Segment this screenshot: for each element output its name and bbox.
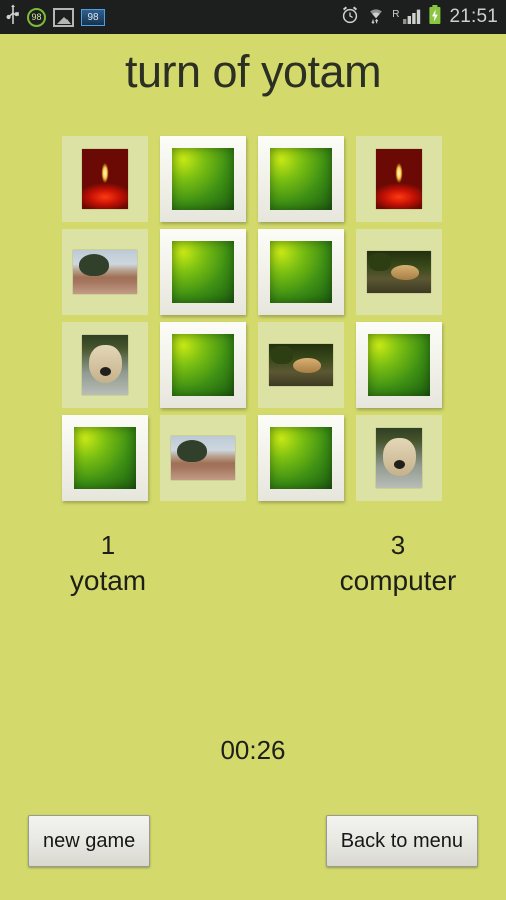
card-image-dog — [376, 428, 422, 488]
card-back-icon — [172, 334, 234, 396]
battery-charging-icon — [428, 4, 442, 31]
card-image-hyrax — [367, 251, 431, 293]
card-back-icon — [270, 148, 332, 210]
opponent-name: computer — [339, 565, 457, 596]
elapsed-timer: 00:26 — [220, 735, 286, 765]
card-back-icon — [270, 241, 332, 303]
screenshot-photo-icon — [53, 7, 74, 27]
card-back-icon — [74, 427, 136, 489]
card-image-river — [73, 250, 137, 294]
player-name: yotam — [69, 565, 147, 596]
usb-icon — [6, 4, 20, 31]
card-1[interactable] — [160, 136, 246, 222]
new-game-button[interactable]: new game — [28, 815, 151, 867]
card-image-candle — [82, 149, 128, 209]
card-5[interactable] — [160, 229, 246, 315]
memory-card-grid — [62, 136, 442, 501]
card-image-candle — [376, 149, 422, 209]
opponent-score: 3 — [390, 530, 406, 560]
status-bar-right-icons: R 21:51 — [340, 4, 498, 31]
card-3[interactable] — [356, 136, 442, 222]
card-15[interactable] — [356, 415, 442, 501]
card-image-hyrax — [269, 344, 333, 386]
scoreboard: 1 yotam 3 computer — [0, 528, 506, 600]
page-title: turn of yotam — [124, 46, 382, 97]
card-image-river — [171, 436, 235, 480]
notification-count-badge-icon: 98 — [81, 8, 105, 26]
card-14[interactable] — [258, 415, 344, 501]
player-score: 1 — [100, 530, 116, 560]
alarm-clock-icon — [340, 5, 360, 30]
card-back-icon — [270, 427, 332, 489]
battery-percent-badge-icon: 98 — [27, 7, 46, 27]
card-12[interactable] — [62, 415, 148, 501]
card-back-icon — [368, 334, 430, 396]
card-2[interactable] — [258, 136, 344, 222]
roaming-indicator: R — [392, 8, 400, 20]
status-bar-left-icons: 98 98 — [6, 4, 105, 31]
card-8[interactable] — [62, 322, 148, 408]
card-13[interactable] — [160, 415, 246, 501]
score-opponent: 3 computer — [274, 528, 506, 600]
card-back-icon — [172, 241, 234, 303]
signal-bars-icon — [402, 5, 422, 30]
card-7[interactable] — [356, 229, 442, 315]
app-screen: 98 98 R 21:51 turn of yotam 1 yotam 3 co… — [0, 0, 506, 900]
card-6[interactable] — [258, 229, 344, 315]
card-10[interactable] — [258, 322, 344, 408]
card-4[interactable] — [62, 229, 148, 315]
card-11[interactable] — [356, 322, 442, 408]
wifi-icon — [366, 5, 386, 30]
status-bar: 98 98 R 21:51 — [0, 0, 506, 34]
card-image-dog — [82, 335, 128, 395]
status-bar-clock: 21:51 — [449, 6, 498, 27]
back-to-menu-button[interactable]: Back to menu — [325, 815, 478, 867]
card-back-icon — [172, 148, 234, 210]
card-9[interactable] — [160, 322, 246, 408]
score-player: 1 yotam — [0, 528, 274, 600]
card-0[interactable] — [62, 136, 148, 222]
